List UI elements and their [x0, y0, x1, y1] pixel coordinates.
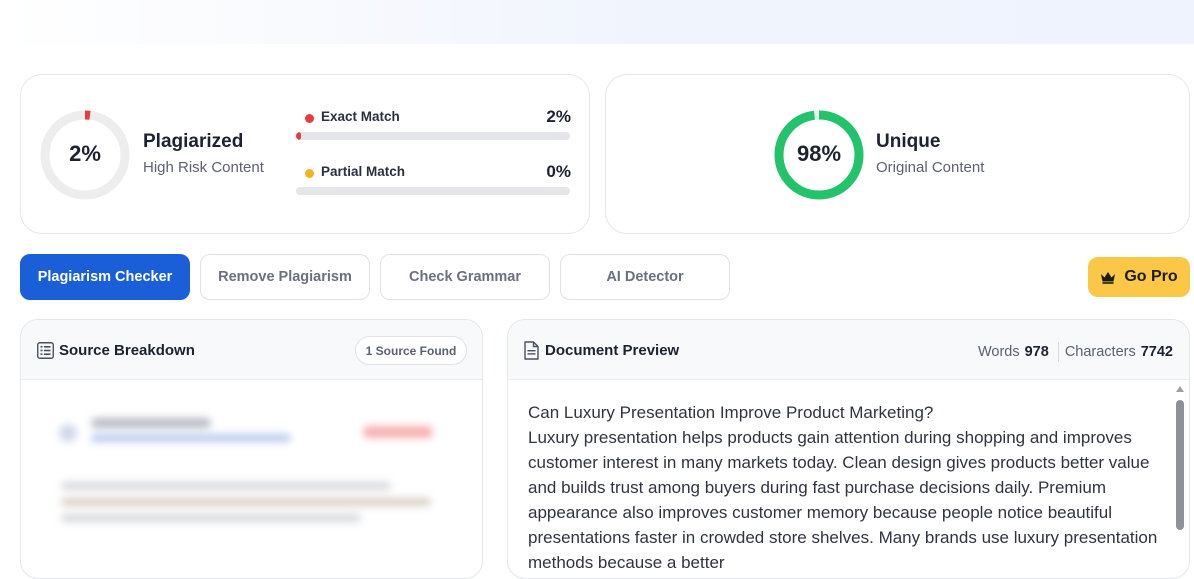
source-breakdown-header: Source Breakdown 1 Source Found — [21, 320, 482, 380]
go-pro-label: Go Pro — [1124, 268, 1178, 285]
document-icon — [524, 341, 539, 360]
go-pro-button[interactable]: Go Pro — [1088, 257, 1190, 297]
tab-check-grammar[interactable]: Check Grammar — [380, 254, 550, 300]
partial-match-bar — [296, 187, 570, 195]
characters-label: Characters — [1064, 344, 1136, 360]
document-scrollbar[interactable] — [1176, 386, 1184, 578]
exact-match-bar — [296, 132, 570, 140]
characters-count: 7742 — [1140, 344, 1173, 360]
unique-summary-card: 98% Unique Original Content — [605, 74, 1190, 234]
crown-icon — [1101, 271, 1116, 284]
scrollbar-thumb[interactable] — [1176, 400, 1184, 530]
document-text: Can Luxury Presentation Improve Product … — [528, 400, 1158, 575]
counts-divider — [1057, 342, 1059, 362]
scroll-up-arrow-icon[interactable] — [1176, 386, 1184, 392]
exact-match-dot — [305, 114, 314, 123]
document-preview-panel: Document Preview Words 978 Characters 77… — [507, 319, 1190, 579]
sources-found-badge: 1 Source Found — [355, 336, 467, 365]
tab-plagiarism-checker[interactable]: Plagiarism Checker — [20, 254, 190, 300]
document-counts: Words 978 Characters 7742 — [978, 342, 1173, 362]
unique-title: Unique — [876, 131, 941, 152]
plagiarized-title: Plagiarized — [143, 131, 244, 152]
words-count: 978 — [1024, 344, 1049, 360]
unique-percent: 98% — [796, 141, 842, 166]
list-icon — [37, 342, 54, 359]
plagiarized-percent: 2% — [69, 141, 101, 166]
tab-remove-plagiarism[interactable]: Remove Plagiarism — [200, 254, 370, 300]
document-preview-title: Document Preview — [545, 342, 680, 359]
document-body-paragraph: Luxury presentation helps products gain … — [528, 428, 1158, 572]
partial-match-label: Partial Match — [321, 164, 406, 179]
exact-match-percent: 2% — [546, 107, 571, 126]
tab-ai-detector[interactable]: AI Detector — [560, 254, 730, 300]
partial-match-dot — [305, 169, 314, 178]
source-breakdown-panel: Source Breakdown 1 Source Found — [20, 319, 483, 579]
unique-subtitle: Original Content — [876, 159, 985, 176]
partial-match-percent: 0% — [546, 162, 571, 181]
exact-match-label: Exact Match — [321, 109, 400, 124]
plagiarized-subtitle: High Risk Content — [143, 159, 264, 176]
source-breakdown-title: Source Breakdown — [59, 342, 195, 359]
exact-match-bar-fill — [296, 132, 302, 140]
top-header-bar — [0, 0, 1194, 44]
words-label: Words — [977, 344, 1020, 360]
blurred-source-entry[interactable] — [51, 412, 471, 562]
document-heading-line: Can Luxury Presentation Improve Product … — [528, 403, 934, 422]
plagiarized-summary-card: 2% Plagiarized High Risk Content Exact M… — [20, 74, 590, 234]
document-preview-header: Document Preview Words 978 Characters 77… — [508, 320, 1189, 380]
